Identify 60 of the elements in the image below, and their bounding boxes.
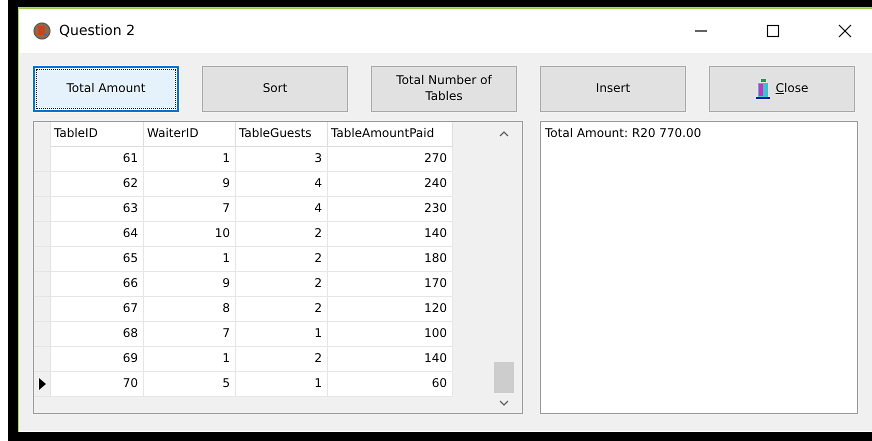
column-header[interactable]: TableID: [51, 122, 144, 147]
table-cell: 2: [236, 272, 328, 297]
action-button[interactable]: Sort: [202, 66, 348, 112]
table-cell: 170: [328, 272, 453, 297]
table-cell: 70: [51, 372, 144, 397]
table-cell: 140: [328, 222, 453, 247]
column-header[interactable]: WaiterID: [144, 122, 236, 147]
table-cell: 120: [328, 297, 453, 322]
close-icon[interactable]: [838, 24, 852, 38]
table-cell: 270: [328, 147, 453, 172]
table-cell: 2: [236, 347, 328, 372]
table-cell: 140: [328, 347, 453, 372]
table-cell: 61: [51, 147, 144, 172]
table-cell: 1: [236, 322, 328, 347]
table-cell: 180: [328, 247, 453, 272]
table-cell: 9: [144, 172, 236, 197]
table-cell: 100: [328, 322, 453, 347]
table-cell: 4: [236, 172, 328, 197]
table-cell: 65: [51, 247, 144, 272]
table-cell: 1: [236, 372, 328, 397]
table-cell: 230: [328, 197, 453, 222]
table-cell: 69: [51, 347, 144, 372]
action-button[interactable]: Total Amount: [33, 66, 179, 112]
table-cell: 1: [144, 247, 236, 272]
table-cell: 60: [328, 372, 453, 397]
table-cell: 3: [236, 147, 328, 172]
table-cell: 66: [51, 272, 144, 297]
table-cell: 2: [236, 297, 328, 322]
table-cell: 4: [236, 197, 328, 222]
table-cell: 240: [328, 172, 453, 197]
output-memo[interactable]: Total Amount: R20 770.00: [540, 121, 858, 414]
table-cell: 1: [144, 347, 236, 372]
column-header[interactable]: TableGuests: [236, 122, 328, 147]
close-button[interactable]: Close: [709, 66, 855, 112]
table-cell: 67: [51, 297, 144, 322]
scroll-up-icon[interactable]: [499, 130, 509, 138]
table-cell: 9: [144, 272, 236, 297]
table-cell: 2: [236, 222, 328, 247]
table-cell: 10: [144, 222, 236, 247]
table-cell: 1: [144, 147, 236, 172]
column-header[interactable]: TableAmountPaid: [328, 122, 453, 147]
app-icon: [33, 22, 51, 40]
exit-icon: [756, 79, 770, 99]
scroll-down-icon[interactable]: [499, 399, 509, 407]
scroll-thumb[interactable]: [494, 362, 514, 393]
window-title: Question 2: [59, 23, 135, 39]
maximize-icon[interactable]: [766, 24, 780, 38]
action-button[interactable]: Total Number of Tables: [371, 66, 517, 112]
table-cell: 64: [51, 222, 144, 247]
table-cell: 5: [144, 372, 236, 397]
table-cell: 63: [51, 197, 144, 222]
table-cell: 2: [236, 247, 328, 272]
action-button[interactable]: Insert: [540, 66, 686, 112]
table-cell: 7: [144, 322, 236, 347]
table-cell: 68: [51, 322, 144, 347]
table-cell: 62: [51, 172, 144, 197]
output-text: Total Amount: R20 770.00: [545, 126, 702, 140]
table-cell: 8: [144, 297, 236, 322]
table-cell: 7: [144, 197, 236, 222]
row-pointer-icon: [38, 378, 46, 390]
